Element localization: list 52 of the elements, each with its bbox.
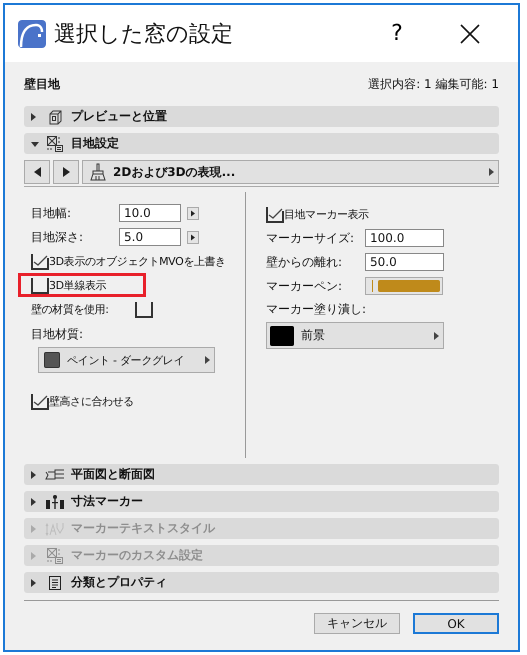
checkbox-label: 3D単線表示 [49, 278, 106, 292]
selection-info: 選択内容: 1 編集可能: 1 [368, 76, 499, 92]
close-icon[interactable] [460, 24, 480, 44]
checkbox-label: 壁の材質を使用: [31, 302, 110, 316]
section-header[interactable]: 平面図と断面図 [24, 464, 499, 485]
number-field[interactable]: 5.0 [119, 228, 181, 246]
section-header[interactable]: 寸法マーカー [24, 491, 499, 512]
cancel-button[interactable]: キャンセル [314, 613, 400, 634]
dropdown-arrow-icon [489, 168, 494, 176]
fill-dropdown[interactable]: 前景 [266, 322, 444, 349]
grid-settings-icon [46, 134, 64, 152]
right-triangle-icon [62, 167, 70, 177]
document-icon [48, 574, 62, 590]
field-label: 目地幅: [31, 204, 72, 222]
ok-button[interactable]: OK [413, 613, 499, 634]
next-page-button[interactable] [53, 160, 79, 184]
checkbox[interactable] [31, 276, 49, 294]
field-label: 目地深さ: [31, 228, 84, 246]
number-field[interactable]: 10.0 [119, 204, 181, 222]
brush-icon [89, 163, 107, 181]
cube-icon [47, 108, 63, 124]
field-label: マーカーペン: [266, 278, 344, 294]
field-label: 壁からの離れ: [266, 254, 344, 270]
floor-plan-icon [45, 468, 65, 482]
app-logo-icon [18, 20, 46, 48]
section-header[interactable]: プレビューと位置 [24, 106, 499, 127]
dropdown-arrow-icon [434, 332, 439, 340]
left-triangle-icon [34, 167, 40, 177]
field-label: マーカー塗り潰し: [266, 301, 368, 318]
section-header[interactable]: 分類とプロパティ [24, 572, 499, 593]
help-button[interactable]: ? [383, 21, 411, 46]
previous-page-button[interactable] [24, 160, 50, 184]
material-dropdown[interactable]: ペイント - ダークグレイ [38, 347, 215, 373]
window-title: 選択した窓の設定 [54, 20, 234, 48]
checked-checkbox[interactable] [31, 392, 49, 410]
text-style-icon [45, 520, 65, 536]
page-dropdown[interactable]: 2Dおよび3Dの表現... [82, 160, 499, 184]
field-label: マーカーサイズ: [266, 230, 356, 246]
checked-checkbox[interactable] [31, 252, 49, 270]
number-field[interactable]: 50.0 [365, 253, 444, 271]
section-header[interactable]: 目地設定 [24, 133, 499, 154]
dimension-marker-icon [45, 494, 65, 510]
element-type-label: 壁目地 [24, 76, 60, 92]
checkbox-label: 壁高さに合わせる [49, 394, 134, 408]
field-label: 目地材質: [31, 326, 84, 343]
checkbox-label: 3D表示のオブジェクトMVOを上書き [49, 254, 226, 268]
dropdown-arrow-icon [205, 356, 210, 364]
checkbox[interactable] [135, 300, 153, 318]
grid-settings-icon [46, 546, 64, 564]
number-field[interactable]: 100.0 [365, 229, 444, 247]
checked-checkbox[interactable] [266, 206, 284, 222]
checkbox-label: 目地マーカー表示 [284, 206, 369, 222]
